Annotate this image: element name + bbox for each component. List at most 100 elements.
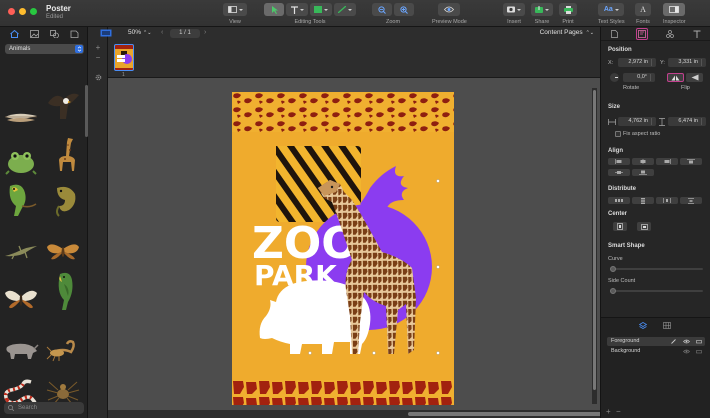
printer-icon[interactable] [696, 349, 702, 354]
poster-page[interactable]: ZOO PARK [232, 92, 454, 405]
curve-slider-knob[interactable] [610, 266, 616, 272]
align-left-button[interactable] [608, 158, 630, 165]
stepper-icon[interactable] [701, 118, 705, 125]
list-item-chameleon[interactable] [46, 183, 84, 217]
zoom-in-button[interactable] [394, 3, 414, 16]
side-count-slider-knob[interactable] [610, 288, 616, 294]
line-tool-button[interactable] [334, 3, 356, 16]
center-vertical-button[interactable] [637, 222, 651, 231]
distribute-vertical-button[interactable] [632, 197, 654, 204]
list-item-scorpion[interactable] [44, 333, 82, 367]
zoom-select[interactable]: 50% ⌃⌄ [128, 29, 151, 36]
grid-tab[interactable] [663, 322, 671, 331]
view-button[interactable] [223, 3, 247, 16]
share-button[interactable] [531, 3, 553, 16]
fonts-button[interactable]: A [635, 3, 651, 16]
eye-icon[interactable] [683, 349, 690, 354]
horizontal-scroll-thumb[interactable] [408, 412, 618, 416]
align-center-button[interactable] [632, 158, 654, 165]
align-middle-button[interactable] [608, 169, 630, 176]
tab-clipart[interactable] [69, 29, 79, 39]
preview-mode-button[interactable] [438, 3, 461, 16]
rotate-knob[interactable] [610, 73, 619, 82]
category-select[interactable]: Animals [5, 44, 84, 54]
x-position-field[interactable]: 2,972 in [618, 58, 656, 67]
side-count-slider[interactable] [611, 290, 703, 292]
add-layer-button[interactable]: + [606, 407, 611, 416]
align-top-button[interactable] [680, 158, 702, 165]
stepper-icon[interactable] [650, 74, 654, 81]
page-thumbnail[interactable] [114, 44, 134, 71]
list-item-feathers[interactable] [2, 101, 40, 135]
next-page-icon[interactable]: › [204, 29, 206, 36]
stepper-icon[interactable] [651, 59, 655, 66]
height-field[interactable]: 6,474 in [668, 117, 706, 126]
align-bottom-button[interactable] [632, 169, 654, 176]
flip-vertical-button[interactable] [686, 73, 703, 82]
remove-page-button[interactable]: − [94, 53, 102, 62]
library-search-input[interactable]: Search [4, 402, 84, 414]
printer-icon[interactable] [696, 339, 702, 344]
prev-page-icon[interactable]: ‹ [161, 29, 163, 36]
flip-horizontal-button[interactable] [667, 73, 684, 82]
shape-tool-button[interactable] [310, 3, 332, 16]
print-button[interactable] [559, 3, 577, 16]
layer-row-foreground[interactable]: Foreground [607, 337, 705, 346]
insert-button[interactable] [503, 3, 525, 16]
canvas-horizontal-scrollbar[interactable] [108, 410, 618, 418]
center-horizontal-button[interactable] [613, 222, 627, 231]
list-item-rhino[interactable] [2, 333, 40, 367]
page-settings-button[interactable] [94, 73, 102, 81]
text-styles-label: Text Styles [598, 19, 625, 25]
stepper-icon[interactable] [651, 118, 655, 125]
add-page-button[interactable]: + [94, 43, 102, 52]
layout-toggle-icon[interactable] [100, 29, 112, 37]
eye-icon [444, 6, 455, 13]
tab-images[interactable] [29, 29, 39, 39]
y-position-field[interactable]: 3,331 in [668, 58, 706, 67]
text-icon [693, 30, 701, 38]
tab-style[interactable] [664, 28, 676, 40]
list-item-parrot-green[interactable] [46, 272, 84, 310]
eye-icon[interactable] [683, 339, 690, 344]
tab-text[interactable] [691, 28, 703, 40]
list-item-frog[interactable] [2, 145, 40, 179]
flip-vertical-icon [691, 74, 698, 81]
tab-document[interactable] [609, 28, 621, 40]
stepper-icon[interactable] [701, 59, 705, 66]
text-styles-button[interactable]: Aa [598, 3, 625, 16]
close-window-button[interactable] [8, 8, 15, 15]
text-tool-button[interactable] [286, 3, 308, 16]
list-item-eagle[interactable] [44, 89, 82, 123]
distribute-spacing-h-button[interactable] [656, 197, 678, 204]
canvas-vertical-scrollbar[interactable] [592, 88, 597, 404]
distribute-horizontal-icon [615, 199, 623, 202]
align-right-button[interactable] [656, 158, 678, 165]
list-item-parrot[interactable] [2, 183, 40, 217]
rotate-field[interactable]: 0,0° [623, 73, 655, 82]
list-item-moth[interactable] [44, 235, 82, 269]
aspect-ratio-checkbox[interactable] [615, 131, 621, 137]
distribute-spacing-v-button[interactable] [680, 197, 702, 204]
list-item-butterfly[interactable] [2, 283, 40, 317]
remove-layer-button[interactable]: − [616, 407, 621, 416]
tab-shapes[interactable] [49, 29, 59, 39]
width-field[interactable]: 4,762 in [618, 117, 656, 126]
layer-row-background[interactable]: Background [607, 347, 705, 356]
pencil-icon[interactable] [671, 339, 677, 344]
page-view-select[interactable]: Content Pages ⌃⌄ [540, 29, 594, 36]
distribute-horizontal-button[interactable] [608, 197, 630, 204]
layers-tab[interactable] [638, 322, 648, 331]
minimize-window-button[interactable] [19, 8, 26, 15]
zoom-window-button[interactable] [30, 8, 37, 15]
vertical-scroll-thumb[interactable] [593, 90, 596, 390]
inspector-button[interactable] [663, 3, 686, 16]
list-item-lizard[interactable] [2, 235, 40, 269]
tab-geometry[interactable] [636, 27, 649, 40]
tab-home[interactable] [9, 29, 19, 39]
zoom-out-button[interactable] [372, 3, 392, 16]
list-item-giraffe[interactable] [46, 137, 84, 171]
select-tool-button[interactable] [264, 3, 284, 16]
curve-slider[interactable] [611, 268, 703, 270]
chevron-down-icon [299, 8, 304, 11]
